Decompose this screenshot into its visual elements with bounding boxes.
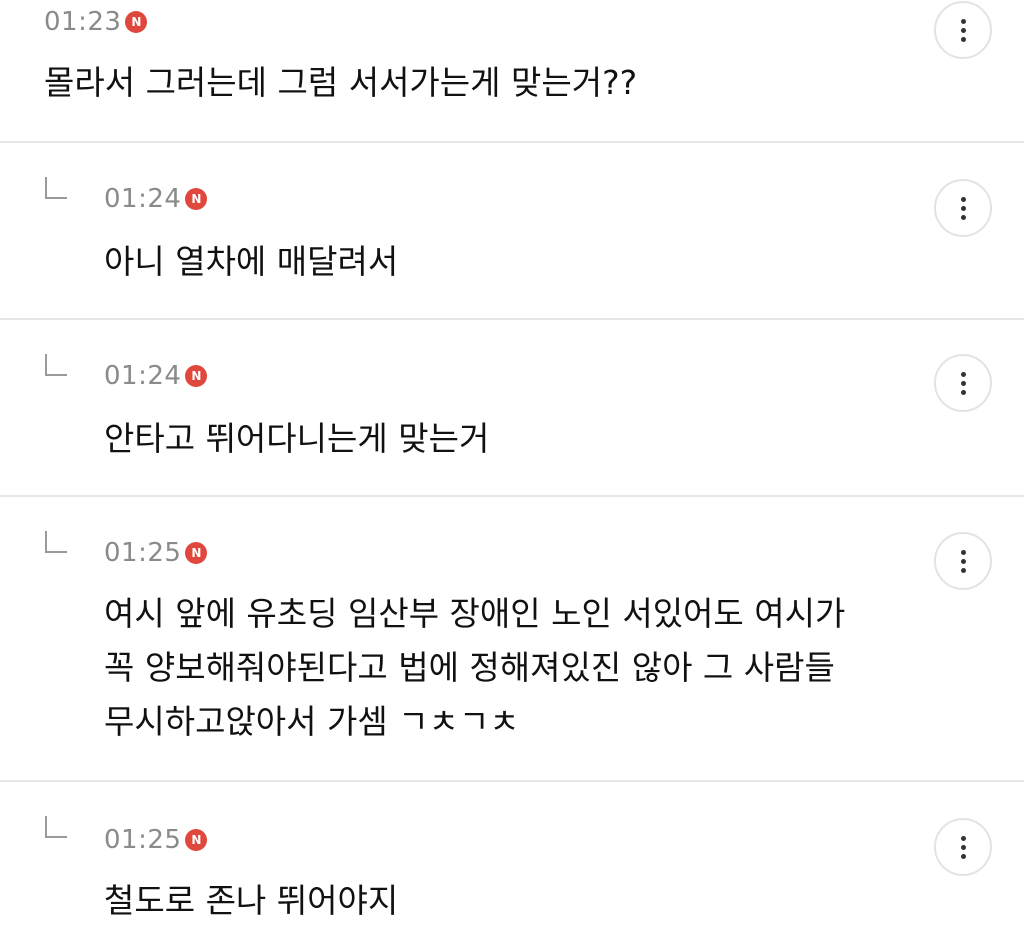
reply-item: 01:25 N 여시 앞에 유초딩 임산부 장애인 노인 서있어도 여시가 꼭 … — [0, 497, 1024, 781]
comment-time: 01:24 — [104, 184, 182, 214]
reply-item: 01:25 N 철도로 존나 뛰어야지 — [0, 782, 1024, 938]
comment-time: 01:23 — [44, 7, 122, 37]
comment-text: 아니 열차에 매달려서 — [104, 242, 399, 281]
new-badge-icon: N — [125, 11, 148, 33]
comment-time: 01:25 — [104, 825, 182, 855]
comment-thread: 01:23 N 몰라서 그러는데 그럼 서서가는게 맞는거?? 01:24 N … — [0, 0, 1024, 938]
new-badge-icon: N — [185, 829, 208, 851]
reply-item: 01:24 N 아니 열차에 매달려서 — [0, 143, 1024, 319]
comment-text: 몰라서 그러는데 그럼 서서가는게 맞는거?? — [44, 63, 638, 102]
more-vertical-icon[interactable] — [934, 532, 992, 590]
reply-arrow-icon — [45, 816, 67, 838]
more-vertical-icon[interactable] — [934, 1, 992, 59]
comment-text: 여시 앞에 유초딩 임산부 장애인 노인 서있어도 여시가 꼭 양보해줘야된다고… — [104, 594, 846, 741]
comment-text: 철도로 존나 뛰어야지 — [104, 881, 399, 920]
comment-time: 01:25 — [104, 538, 182, 568]
more-vertical-icon[interactable] — [934, 818, 992, 876]
more-vertical-icon[interactable] — [934, 179, 992, 237]
comment-time: 01:24 — [104, 361, 182, 391]
reply-arrow-icon — [45, 531, 67, 553]
comment-meta: 01:23 N — [44, 4, 148, 40]
new-badge-icon: N — [185, 542, 208, 564]
reply-item: 01:24 N 안타고 뛰어다니는게 맞는거 — [0, 320, 1024, 496]
comment-meta: 01:24 N — [104, 181, 208, 217]
comment-meta: 01:25 N — [104, 535, 208, 571]
comment-meta: 01:24 N — [104, 358, 208, 394]
new-badge-icon: N — [185, 188, 208, 210]
reply-arrow-icon — [45, 354, 67, 376]
comment-item: 01:23 N 몰라서 그러는데 그럼 서서가는게 맞는거?? — [0, 0, 1024, 142]
new-badge-icon: N — [185, 365, 208, 387]
more-vertical-icon[interactable] — [934, 354, 992, 412]
comment-text: 안타고 뛰어다니는게 맞는거 — [104, 419, 490, 458]
comment-meta: 01:25 N — [104, 822, 208, 858]
reply-arrow-icon — [45, 177, 67, 199]
